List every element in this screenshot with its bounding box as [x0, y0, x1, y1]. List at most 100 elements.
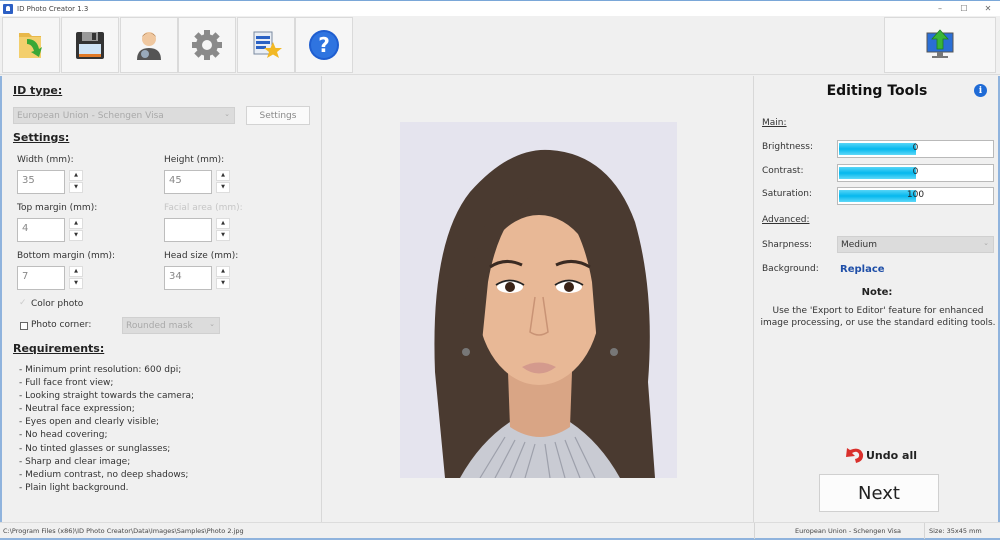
- bottom-margin-label: Bottom margin (mm):: [17, 251, 116, 261]
- decrement-icon[interactable]: ▼: [69, 278, 83, 289]
- bottom-margin-input[interactable]: 7: [17, 266, 65, 290]
- open-button[interactable]: [2, 17, 60, 73]
- sharpness-value: Medium: [841, 239, 877, 250]
- status-divider: [754, 523, 755, 539]
- width-stepper[interactable]: ▲ ▼: [69, 170, 83, 194]
- title-bar: ID Photo Creator 1.3 – ☐ ✕: [0, 0, 1000, 16]
- undo-icon: [846, 448, 864, 463]
- list-item: - Eyes open and clearly visible;: [19, 417, 160, 428]
- list-item: - Neutral face expression;: [19, 404, 135, 415]
- status-size: Size: 35x45 mm: [929, 527, 982, 535]
- height-label: Height (mm):: [164, 155, 225, 165]
- id-type-select[interactable]: European Union - Schengen Visa ⌄: [13, 107, 235, 124]
- id-settings-button[interactable]: Settings: [246, 106, 310, 125]
- chevron-down-icon: ⌄: [224, 110, 230, 118]
- decrement-icon[interactable]: ▼: [69, 182, 83, 193]
- decrement-icon[interactable]: ▼: [69, 230, 83, 241]
- increment-icon[interactable]: ▲: [69, 218, 83, 229]
- window-controls: – ☐ ✕: [928, 1, 1000, 16]
- increment-icon[interactable]: ▲: [216, 218, 230, 229]
- brightness-value: 0: [912, 143, 919, 153]
- chevron-down-icon: ⌄: [983, 239, 989, 247]
- info-icon[interactable]: i: [974, 84, 987, 97]
- status-divider: [924, 523, 925, 539]
- question-icon: ?: [309, 30, 339, 60]
- contrast-label: Contrast:: [762, 166, 804, 176]
- head-size-stepper[interactable]: ▲ ▼: [216, 266, 230, 290]
- requirements-title: Requirements:: [13, 342, 105, 355]
- undo-all-label: Undo all: [866, 448, 917, 462]
- top-margin-input[interactable]: 4: [17, 218, 65, 242]
- brightness-slider[interactable]: 0: [837, 140, 994, 158]
- photo-corner-checkbox[interactable]: [20, 322, 28, 330]
- export-to-editor-button[interactable]: [884, 17, 996, 73]
- list-item: - Plain light background.: [19, 482, 129, 493]
- user-button[interactable]: [120, 17, 178, 73]
- list-item: - Minimum print resolution: 600 dpi;: [19, 365, 182, 375]
- photo-corner-select[interactable]: Rounded mask ⌄: [122, 317, 220, 334]
- contrast-slider[interactable]: 0: [837, 164, 994, 182]
- replace-background-link[interactable]: Replace: [840, 264, 885, 275]
- increment-icon[interactable]: ▲: [69, 170, 83, 181]
- width-label: Width (mm):: [17, 155, 74, 165]
- app-icon: [3, 3, 13, 14]
- id-settings-panel: ID type: European Union - Schengen Visa …: [0, 76, 322, 522]
- background-label: Background:: [762, 264, 819, 274]
- contrast-value: 0: [912, 167, 919, 177]
- undo-all-button[interactable]: Undo all: [844, 446, 917, 464]
- increment-icon[interactable]: ▲: [216, 170, 230, 181]
- head-size-label: Head size (mm):: [164, 251, 239, 261]
- main-title: Main:: [762, 118, 787, 128]
- editing-tools-title: Editing Tools: [826, 83, 928, 99]
- advanced-title: Advanced:: [762, 215, 810, 225]
- bottom-margin-stepper[interactable]: ▲ ▼: [69, 266, 83, 290]
- decrement-icon[interactable]: ▼: [216, 278, 230, 289]
- editing-tools-panel: Editing Tools i Main: Brightness: 0 Cont…: [754, 76, 1000, 522]
- saturation-label: Saturation:: [762, 189, 812, 199]
- decrement-icon[interactable]: ▼: [216, 182, 230, 193]
- save-button[interactable]: [61, 17, 119, 73]
- toolbar: ?: [0, 16, 1000, 75]
- id-type-title: ID type:: [13, 84, 63, 97]
- settings-title: Settings:: [13, 131, 70, 144]
- status-id-type: European Union - Schengen Visa: [795, 527, 902, 535]
- top-margin-stepper[interactable]: ▲ ▼: [69, 218, 83, 242]
- settings-button[interactable]: [178, 17, 236, 73]
- photo-preview[interactable]: [400, 122, 677, 478]
- list-item: - No head covering;: [19, 430, 108, 441]
- requirements-list: - Minimum print resolution: 600 dpi; - F…: [19, 364, 194, 495]
- head-size-input[interactable]: 34: [164, 266, 212, 290]
- help-button[interactable]: ?: [295, 17, 353, 73]
- photo-corner-value: Rounded mask: [126, 320, 193, 331]
- templates-button[interactable]: [237, 17, 295, 73]
- maximize-button[interactable]: ☐: [952, 1, 976, 16]
- decrement-icon[interactable]: ▼: [216, 230, 230, 241]
- top-margin-label: Top margin (mm):: [17, 203, 98, 213]
- height-stepper[interactable]: ▲ ▼: [216, 170, 230, 194]
- photo-corner-label: Photo corner:: [31, 320, 92, 330]
- list-item: - Full face front view;: [19, 378, 114, 389]
- status-file-path: C:\Program Files (x86)\ID Photo Creator\…: [3, 527, 244, 535]
- increment-icon[interactable]: ▲: [69, 266, 83, 277]
- star-document-icon: [253, 31, 282, 58]
- saturation-value: 100: [906, 190, 925, 200]
- color-photo-checkbox[interactable]: ✓: [19, 298, 27, 308]
- close-button[interactable]: ✕: [976, 1, 1000, 16]
- floppy-disk-icon: [76, 32, 104, 59]
- facial-area-label: Facial area (mm):: [164, 203, 243, 213]
- facial-area-input[interactable]: [164, 218, 212, 242]
- increment-icon[interactable]: ▲: [216, 266, 230, 277]
- chevron-down-icon: ⌄: [209, 320, 215, 328]
- height-input[interactable]: 45: [164, 170, 212, 194]
- list-item: - No tinted glasses or sunglasses;: [19, 443, 171, 454]
- person-icon: [137, 32, 161, 60]
- minimize-button[interactable]: –: [928, 1, 952, 16]
- photo-preview-panel: [322, 76, 754, 522]
- sharpness-select[interactable]: Medium ⌄: [837, 236, 994, 253]
- note-title: Note:: [861, 287, 893, 298]
- saturation-slider[interactable]: 100: [837, 187, 994, 205]
- next-button[interactable]: Next: [819, 474, 939, 512]
- facial-area-stepper[interactable]: ▲ ▼: [216, 218, 230, 242]
- list-item: - Sharp and clear image;: [19, 456, 131, 467]
- width-input[interactable]: 35: [17, 170, 65, 194]
